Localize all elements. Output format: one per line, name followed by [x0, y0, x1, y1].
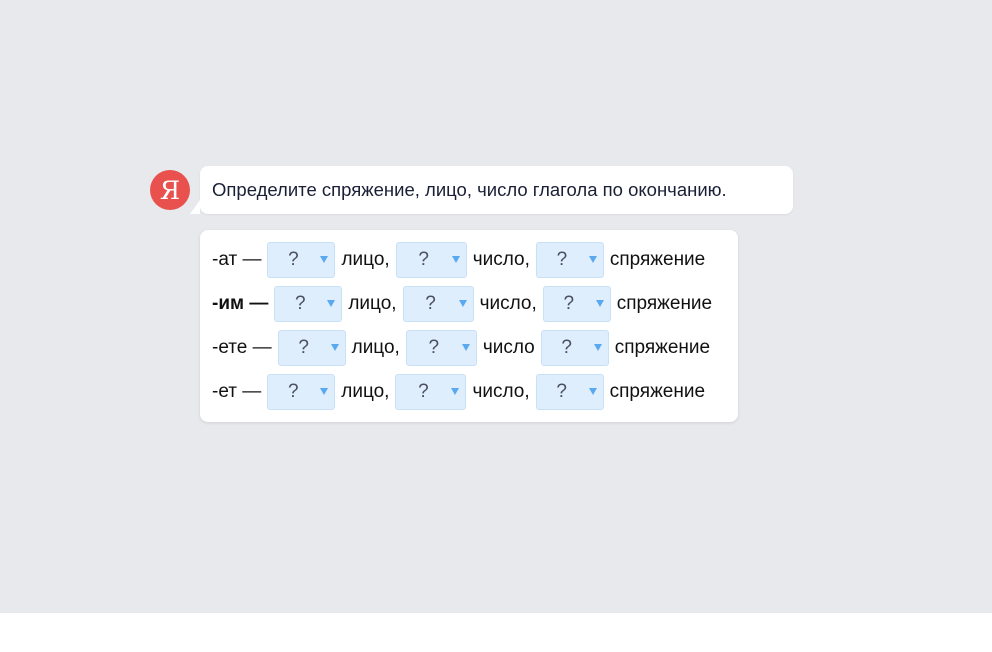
person-label: лицо, — [341, 249, 390, 270]
dropdown-value: ? — [556, 381, 567, 402]
conjugation-label: спряжение — [609, 249, 706, 270]
dropdown-value: ? — [298, 337, 309, 358]
person-dropdown[interactable]: ? — [277, 330, 346, 366]
ending-label: -ете — — [212, 337, 272, 358]
dropdown-value: ? — [288, 249, 299, 270]
task-row: -ет — ? лицо, ? число, ? спряжение — [212, 374, 711, 410]
conjugation-dropdown[interactable]: ? — [535, 242, 604, 278]
person-label: лицо, — [348, 293, 397, 314]
ending-label: -ат — — [212, 249, 262, 270]
number-label: число, — [472, 381, 530, 402]
chevron-down-icon — [593, 344, 602, 351]
number-label: число — [482, 337, 535, 358]
chevron-down-icon — [320, 388, 329, 395]
person-dropdown[interactable]: ? — [274, 286, 343, 322]
ending-label: -ет — — [212, 381, 262, 402]
chevron-down-icon — [451, 256, 460, 263]
task-prompt-text: Определите спряжение, лицо, число глагол… — [212, 179, 727, 200]
task-row: -ете — ? лицо, ? число ? спряжение — [212, 330, 716, 366]
chevron-down-icon — [588, 388, 597, 395]
number-dropdown[interactable]: ? — [405, 330, 477, 366]
conjugation-dropdown[interactable]: ? — [540, 330, 609, 366]
chevron-down-icon — [595, 300, 604, 307]
dropdown-value: ? — [418, 249, 429, 270]
number-dropdown[interactable]: ? — [402, 286, 474, 322]
chevron-down-icon — [327, 300, 336, 307]
bottom-strip — [0, 613, 992, 652]
person-dropdown[interactable]: ? — [267, 242, 336, 278]
chevron-down-icon — [451, 388, 460, 395]
chevron-down-icon — [458, 300, 467, 307]
task-stage: Я Определите спряжение, лицо, число глаг… — [0, 0, 992, 613]
conjugation-label: спряжение — [609, 381, 706, 402]
conjugation-dropdown[interactable]: ? — [535, 374, 604, 410]
conjugation-dropdown[interactable]: ? — [542, 286, 611, 322]
dropdown-value: ? — [561, 337, 572, 358]
person-label: лицо, — [351, 337, 400, 358]
task-row: -им — ? лицо, ? число, ? спряжение — [212, 286, 718, 322]
task-row: -ат — ? лицо, ? число, ? спряжение — [212, 242, 711, 278]
number-label: число, — [479, 293, 537, 314]
dropdown-value: ? — [428, 337, 440, 358]
dropdown-value: ? — [418, 381, 429, 402]
number-label: число, — [472, 249, 530, 270]
task-card: -ат — ? лицо, ? число, ? спряжение -им —… — [200, 230, 738, 422]
dropdown-value: ? — [556, 249, 568, 270]
number-dropdown[interactable]: ? — [395, 242, 467, 278]
chevron-down-icon — [330, 344, 339, 351]
chevron-down-icon — [588, 256, 597, 263]
dropdown-value: ? — [425, 293, 436, 314]
conjugation-label: спряжение — [614, 337, 711, 358]
dropdown-value: ? — [563, 293, 575, 314]
ending-label: -им — — [212, 293, 269, 314]
avatar-letter: Я — [159, 175, 181, 205]
chevron-down-icon — [461, 344, 470, 351]
person-dropdown[interactable]: ? — [267, 374, 336, 410]
conjugation-label: спряжение — [616, 293, 713, 314]
dropdown-value: ? — [287, 381, 299, 402]
yandex-logo-icon: Я — [150, 170, 190, 210]
chevron-down-icon — [320, 256, 329, 263]
person-label: лицо, — [341, 381, 390, 402]
task-prompt-bubble: Определите спряжение, лицо, число глагол… — [190, 166, 793, 214]
dropdown-value: ? — [295, 293, 306, 314]
number-dropdown[interactable]: ? — [395, 374, 467, 410]
